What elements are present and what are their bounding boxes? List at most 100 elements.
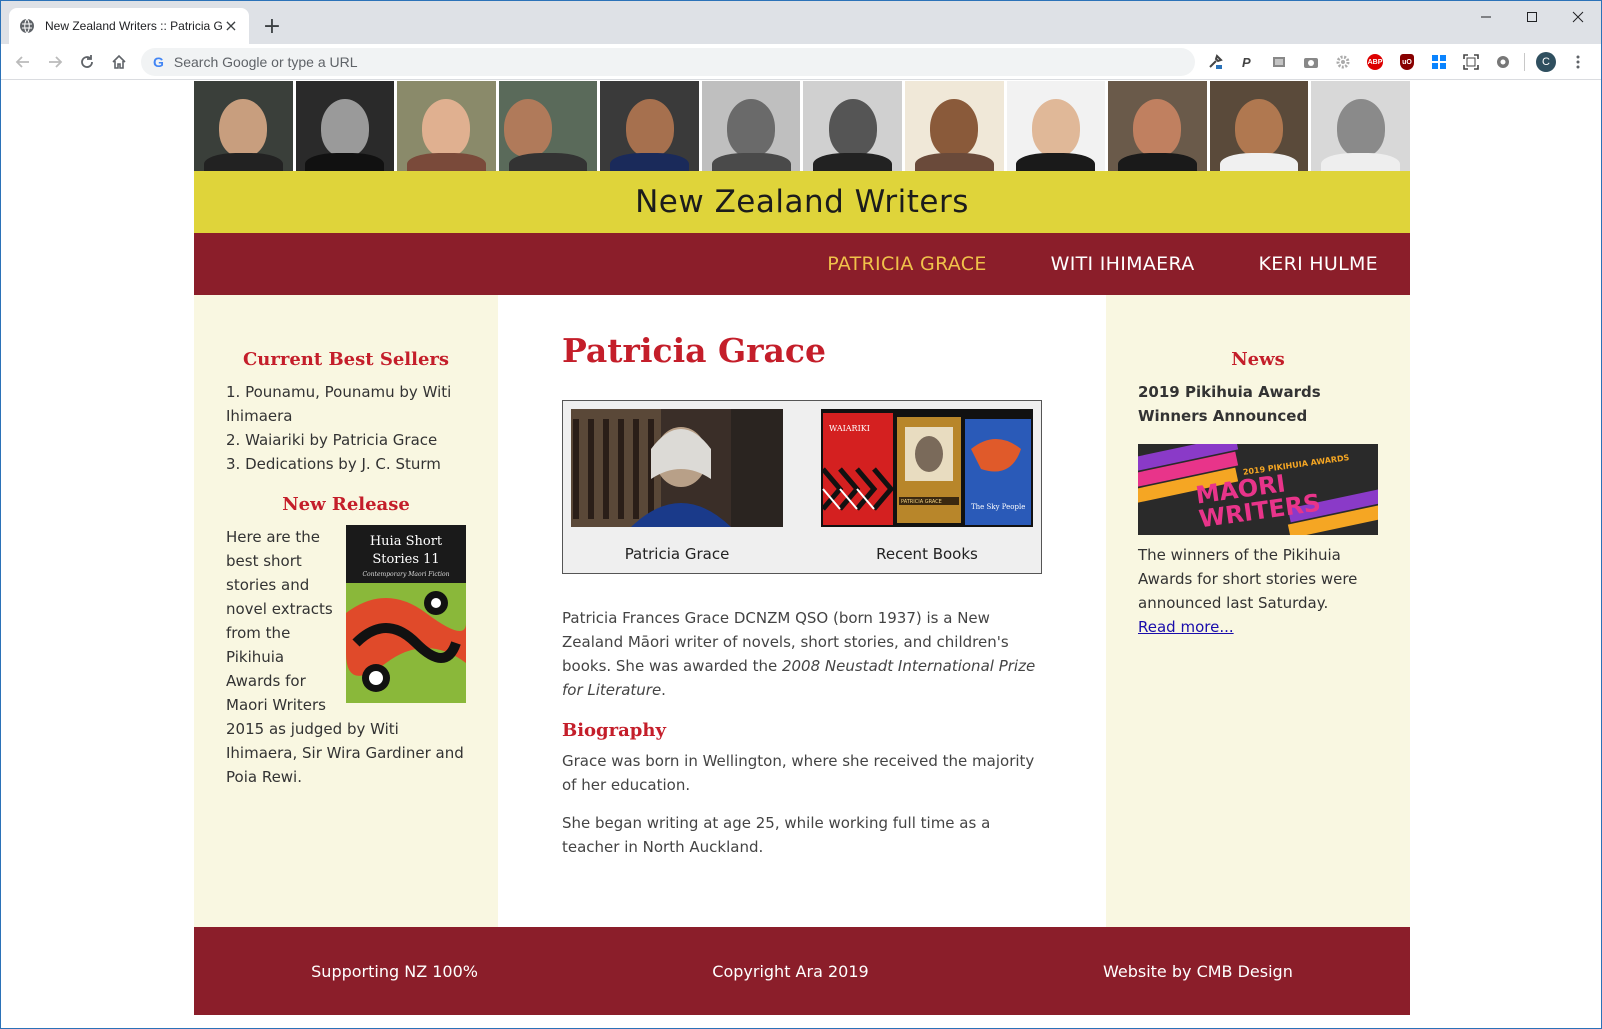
- extension-paypal-icon[interactable]: P: [1234, 49, 1260, 75]
- minimize-button[interactable]: [1463, 1, 1509, 33]
- biography-heading: Biography: [562, 720, 666, 741]
- portrait-image: [1108, 81, 1207, 171]
- site-footer: Supporting NZ 100% Copyright Ara 2019 We…: [194, 927, 1410, 1015]
- figure-author: Patricia Grace: [571, 409, 783, 573]
- browser-tab[interactable]: New Zealand Writers :: Patricia Gr ×: [9, 8, 249, 44]
- biography-paragraph: She began writing at age 25, while worki…: [562, 814, 991, 856]
- page-title: Patricia Grace: [562, 331, 827, 370]
- forward-arrow-icon: [49, 56, 63, 68]
- home-button[interactable]: [105, 48, 133, 76]
- read-more-link[interactable]: Read more...: [1138, 618, 1234, 636]
- footer-credit: Website by CMB Design: [1102, 961, 1293, 981]
- window-controls: [1463, 1, 1601, 33]
- browser-window: New Zealand Writers :: Patricia Gr × + G…: [0, 0, 1602, 1029]
- footer-copyright: Copyright Ara 2019: [712, 961, 869, 981]
- image-gallery: Patricia Grace WAIARIKI PATRICIA GRACE T…: [562, 400, 1042, 574]
- book3-title: The Sky People: [971, 503, 1025, 511]
- reload-icon: [81, 55, 93, 68]
- nav-item-keri-hulme[interactable]: KERI HULME: [1259, 253, 1379, 275]
- toolbar-separator: [1524, 53, 1525, 71]
- close-icon: [1572, 11, 1584, 23]
- footer-tagline: Supporting NZ 100%: [311, 961, 478, 981]
- writer-portraits-strip: [194, 81, 1410, 171]
- address-bar[interactable]: G Search Google or type a URL: [141, 48, 1195, 76]
- back-button[interactable]: [9, 48, 37, 76]
- new-tab-button[interactable]: +: [259, 14, 285, 40]
- portrait-image: [803, 81, 903, 171]
- cover-title: Huia Short Stories 11: [369, 534, 443, 567]
- figure-caption: Recent Books: [876, 545, 978, 563]
- list-item: 1. Pounamu, Pounamu by Witi Ihimaera: [226, 383, 452, 425]
- list-item: 3. Dedications by J. C. Sturm: [226, 455, 441, 473]
- portrait-image: [701, 81, 801, 171]
- news-headline: 2019 Pikihuia Awards Winners Announced: [1138, 383, 1321, 425]
- svg-text:P: P: [1242, 55, 1251, 70]
- avatar: C: [1536, 52, 1556, 72]
- news-heading: News: [1231, 349, 1285, 370]
- content-columns: Current Best Sellers 1. Pounamu, Pounamu…: [194, 295, 1410, 927]
- site-title: New Zealand Writers: [635, 184, 969, 220]
- book2-title: PATRICIA GRACE: [901, 499, 942, 505]
- maximize-button[interactable]: [1509, 1, 1555, 33]
- extension-screenshot-icon[interactable]: [1458, 49, 1484, 75]
- portrait-image: [905, 81, 1004, 171]
- extension-windows-icon[interactable]: [1426, 49, 1452, 75]
- extension-reader-icon[interactable]: [1266, 49, 1292, 75]
- news-summary: The winners of the Pikihuia Awards for s…: [1138, 546, 1358, 636]
- more-vertical-icon: [1576, 55, 1580, 69]
- author-photo: [571, 409, 783, 527]
- book-cover-image: Huia Short Stories 11 Contemporary Maori…: [346, 525, 466, 703]
- nav-item-patricia-grace[interactable]: PATRICIA GRACE: [827, 253, 986, 275]
- extensions-bar: P ABP uO C: [1202, 48, 1591, 76]
- cover-pattern: [346, 583, 466, 703]
- globe-icon: [20, 18, 34, 34]
- list-item: 2. Waiariki by Patricia Grace: [226, 431, 438, 449]
- browser-toolbar: G Search Google or type a URL P ABP uO C: [1, 44, 1601, 80]
- left-sidebar: Current Best Sellers 1. Pounamu, Pounamu…: [194, 295, 498, 927]
- extension-camera-icon[interactable]: [1298, 49, 1324, 75]
- portrait-image: [1209, 81, 1309, 171]
- address-placeholder: Search Google or type a URL: [173, 54, 358, 70]
- reload-button[interactable]: [73, 48, 101, 76]
- forward-button[interactable]: [41, 48, 69, 76]
- portrait-image: [498, 81, 598, 171]
- close-tab-icon[interactable]: ×: [223, 18, 239, 34]
- back-arrow-icon: [15, 56, 29, 68]
- portrait-image: [600, 81, 699, 171]
- minimize-icon: [1481, 16, 1491, 18]
- bestsellers-list: 1. Pounamu, Pounamu by Witi Ihimaera 2. …: [226, 380, 466, 476]
- close-window-button[interactable]: [1555, 1, 1601, 33]
- extension-adblock-icon[interactable]: ABP: [1362, 49, 1388, 75]
- home-icon: [112, 54, 126, 69]
- tab-title: New Zealand Writers :: Patricia Gr: [45, 19, 223, 33]
- site-container: New Zealand Writers PATRICIA GRACE WITI …: [194, 81, 1410, 1015]
- extension-gear-icon[interactable]: [1330, 49, 1356, 75]
- portrait-image: [1311, 81, 1410, 171]
- right-sidebar: News 2019 Pikihuia Awards Winners Announ…: [1106, 295, 1410, 927]
- bestsellers-heading: Current Best Sellers: [242, 349, 450, 370]
- books-photo: WAIARIKI PATRICIA GRACE The Sky People: [821, 409, 1033, 527]
- portrait-image: [295, 81, 395, 171]
- nav-item-witi-ihimaera[interactable]: WITI IHIMAERA: [1051, 253, 1195, 275]
- extension-eyedropper-icon[interactable]: [1202, 49, 1228, 75]
- figure-caption: Patricia Grace: [624, 545, 730, 563]
- menu-button[interactable]: [1565, 49, 1591, 75]
- site-nav: PATRICIA GRACE WITI IHIMAERA KERI HULME: [194, 233, 1410, 295]
- portrait-image: [1006, 81, 1106, 171]
- extension-ublock-icon[interactable]: uO: [1394, 49, 1420, 75]
- profile-button[interactable]: C: [1533, 49, 1559, 75]
- extension-settings-icon[interactable]: [1490, 49, 1516, 75]
- page-viewport[interactable]: New Zealand Writers PATRICIA GRACE WITI …: [1, 81, 1601, 1028]
- figure-books: WAIARIKI PATRICIA GRACE The Sky People R…: [821, 409, 1033, 573]
- maximize-icon: [1527, 12, 1537, 22]
- portrait-image: [397, 81, 496, 171]
- site-banner: New Zealand Writers: [194, 171, 1410, 233]
- author-intro: Patricia Frances Grace DCNZM QSO (born 1…: [562, 609, 1036, 699]
- new-release: Huia Short Stories 11 Contemporary Maori…: [226, 525, 466, 789]
- news-image: 2019 PIKIHUIA AWARDS MAORI WRITERS: [1138, 444, 1378, 535]
- biography-paragraph: Grace was born in Wellington, where she …: [562, 752, 1035, 794]
- book1-title: WAIARIKI: [829, 424, 870, 433]
- cover-subtitle: Contemporary Maori Fiction: [362, 571, 450, 578]
- google-icon: G: [153, 54, 164, 70]
- main-content: Patricia Grace Patricia Grace WAIARIKI P…: [498, 295, 1106, 927]
